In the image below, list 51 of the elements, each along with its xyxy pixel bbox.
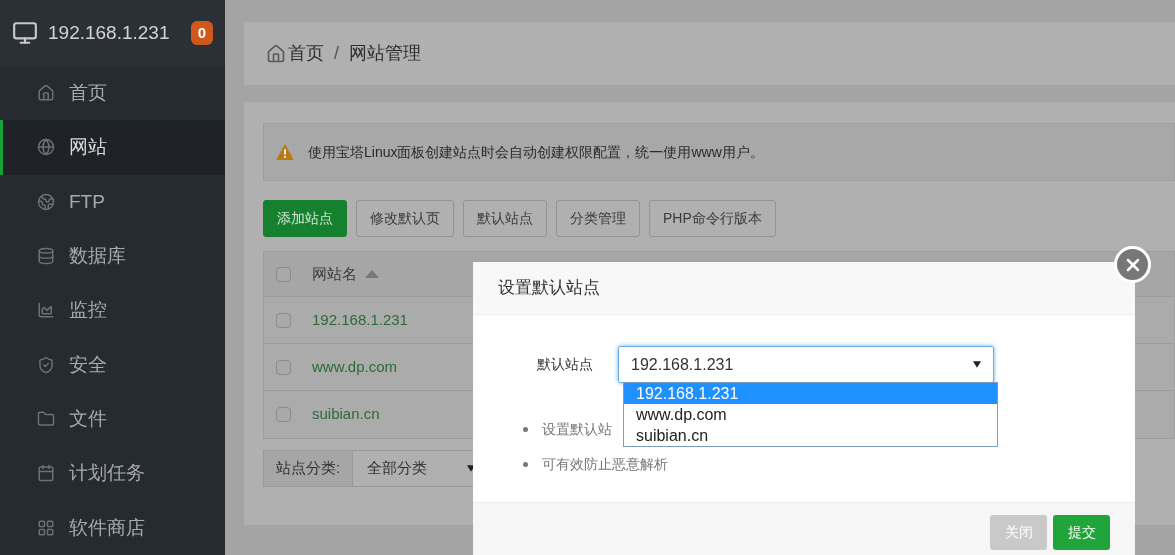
caret-icon: [973, 361, 981, 368]
globe-icon: [37, 138, 55, 157]
checkbox[interactable]: [276, 312, 291, 328]
dropdown-option[interactable]: suibian.cn: [624, 425, 997, 446]
toolbar-button[interactable]: 默认站点: [463, 200, 547, 237]
dropdown-option[interactable]: 192.168.1.231: [624, 383, 997, 404]
home-icon: [266, 43, 286, 64]
sidebar-item[interactable]: 网站: [0, 120, 225, 175]
bullet-icon: [523, 427, 528, 432]
grid-icon: [37, 518, 55, 537]
sidebar-item[interactable]: FTP: [0, 174, 225, 229]
monitor-icon: [12, 20, 38, 46]
sidebar-item[interactable]: 首页: [0, 66, 225, 121]
server-address: 192.168.1.231: [48, 20, 171, 45]
hint-text: 设置默认站: [542, 420, 612, 439]
alert-text: 使用宝塔Linux面板创建站点时会自动创建权限配置，统一使用www用户。: [308, 142, 764, 162]
filter-label: 站点分类:: [263, 450, 354, 487]
folder-icon: [37, 410, 55, 429]
sidebar-item[interactable]: 计划任务: [0, 446, 225, 501]
calendar-icon: [37, 464, 55, 483]
chart-icon: [37, 301, 55, 320]
checkbox[interactable]: [276, 359, 291, 375]
breadcrumb-current: 网站管理: [349, 42, 421, 65]
globe-icon: [37, 192, 55, 211]
toolbar-button[interactable]: PHP命令行版本: [649, 200, 776, 237]
sort-up-icon: [365, 270, 379, 278]
toolbar-button[interactable]: 分类管理: [556, 200, 640, 237]
shield-icon: [37, 355, 55, 374]
sidebar-item[interactable]: 数据库: [0, 228, 225, 284]
toolbar-button[interactable]: 添加站点: [263, 200, 347, 237]
warning-icon: [276, 144, 294, 160]
sidebar-item[interactable]: 软件商店: [0, 500, 225, 555]
breadcrumb-separator: /: [334, 42, 339, 65]
hint-text: 可有效防止恶意解析: [542, 455, 668, 474]
field-label: 默认站点: [537, 355, 593, 374]
caret-icon: [467, 465, 476, 472]
notification-count: 0: [190, 20, 213, 46]
breadcrumb-link[interactable]: 首页: [288, 40, 324, 67]
checkbox[interactable]: [276, 266, 291, 282]
bullet-icon: [523, 462, 528, 467]
column-header[interactable]: 网站名: [312, 262, 379, 286]
dropdown-option[interactable]: www.dp.com: [624, 404, 997, 425]
dialog-button[interactable]: 提交: [1053, 515, 1110, 550]
database-icon: [37, 247, 55, 266]
sidebar-item[interactable]: 文件: [0, 391, 225, 447]
home-icon: [37, 84, 55, 103]
sidebar-item[interactable]: 监控: [0, 283, 225, 338]
sidebar-item[interactable]: 安全: [0, 337, 225, 392]
dialog-title: 设置默认站点: [498, 277, 600, 300]
toolbar-button[interactable]: 修改默认页: [356, 200, 454, 237]
checkbox[interactable]: [276, 407, 291, 422]
